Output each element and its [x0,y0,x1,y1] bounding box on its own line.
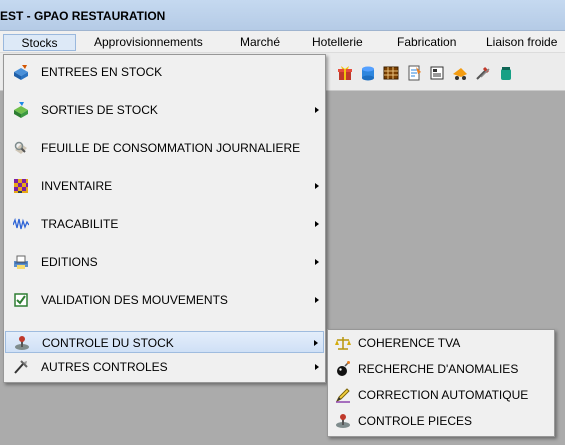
menu-item-inventaire[interactable]: INVENTAIRE [5,175,324,197]
menu-item-label: TRACABILITE [41,217,119,231]
grid-icon[interactable] [383,65,399,81]
jar-icon[interactable] [498,65,514,81]
truck-icon[interactable] [452,65,468,81]
menu-marche[interactable]: Marché [234,34,286,51]
wave-icon [13,216,29,232]
checkers-icon [13,178,29,194]
cylinder-icon[interactable] [360,65,376,81]
submenu-item-recherche-anomalies[interactable]: RECHERCHE D'ANOMALIES [329,358,553,381]
stocks-menu: ENTREES EN STOCK SORTIES DE STOCK FEUILL… [3,54,326,383]
window-title: EST - GPAO RESTAURATION [0,9,166,23]
joystick-icon [14,335,30,351]
submenu-item-correction-automatique[interactable]: CORRECTION AUTOMATIQUE [329,384,553,407]
menu-item-label: CONTROLE DU STOCK [42,336,174,350]
menu-item-controle-du-stock[interactable]: CONTROLE DU STOCK [5,331,324,353]
checkbox-icon [13,292,29,308]
submenu-arrow-icon [315,259,319,265]
submenu-item-coherence-tva[interactable]: COHERENCE TVA [329,332,553,355]
form-icon[interactable] [429,65,445,81]
submenu-arrow-icon [315,107,319,113]
menu-stocks[interactable]: Stocks [3,34,76,51]
title-bar: EST - GPAO RESTAURATION [0,0,565,31]
submenu-item-label: COHERENCE TVA [358,336,461,350]
menu-hotellerie[interactable]: Hotellerie [306,34,369,51]
menu-item-label: EDITIONS [41,255,98,269]
bomb-icon [335,361,351,377]
submenu-item-label: CORRECTION AUTOMATIQUE [358,388,529,402]
gift-icon[interactable] [337,65,353,81]
menu-liaison-froide[interactable]: Liaison froide [480,34,563,51]
notebook-icon[interactable] [406,65,422,81]
submenu-item-label: RECHERCHE D'ANOMALIES [358,362,519,376]
menu-bar: Stocks Approvisionnements Marché Hotelle… [0,31,565,53]
printer-icon [13,254,29,270]
box-out-icon [13,102,29,118]
menu-item-label: SORTIES DE STOCK [41,103,158,117]
menu-item-label: FEUILLE DE CONSOMMATION JOURNALIERE [41,141,301,155]
magnifier-icon [13,140,29,156]
menu-item-tracabilite[interactable]: TRACABILITE [5,213,324,235]
menu-approvisionnements[interactable]: Approvisionnements [88,34,209,51]
submenu-arrow-icon [315,364,319,370]
pencil-icon [335,387,351,403]
submenu-arrow-icon [315,221,319,227]
menu-item-label: ENTREES EN STOCK [41,65,163,79]
menu-item-label: AUTRES CONTROLES [41,360,168,374]
menu-item-editions[interactable]: EDITIONS [5,251,324,273]
menu-item-validation-mouvements[interactable]: VALIDATION DES MOUVEMENTS [5,289,324,311]
submenu-arrow-icon [315,183,319,189]
box-in-icon [13,64,29,80]
controle-du-stock-submenu: COHERENCE TVA RECHERCHE D'ANOMALIES CORR… [327,329,555,437]
tools-icon[interactable] [475,65,491,81]
tools-icon [13,359,29,375]
menu-item-label: VALIDATION DES MOUVEMENTS [41,293,228,307]
menu-item-entrees-en-stock[interactable]: ENTREES EN STOCK [5,61,324,83]
menu-item-label: INVENTAIRE [41,179,113,193]
menu-fabrication[interactable]: Fabrication [391,34,462,51]
scale-icon [335,335,351,351]
menu-item-feuille-consommation[interactable]: FEUILLE DE CONSOMMATION JOURNALIERE [5,137,324,159]
menu-item-autres-controles[interactable]: AUTRES CONTROLES [5,356,324,378]
submenu-arrow-icon [314,340,318,346]
submenu-item-controle-pieces[interactable]: CONTROLE PIECES [329,410,553,433]
submenu-arrow-icon [315,297,319,303]
submenu-item-label: CONTROLE PIECES [358,414,473,428]
menu-item-sorties-de-stock[interactable]: SORTIES DE STOCK [5,99,324,121]
joystick-icon [335,413,351,429]
